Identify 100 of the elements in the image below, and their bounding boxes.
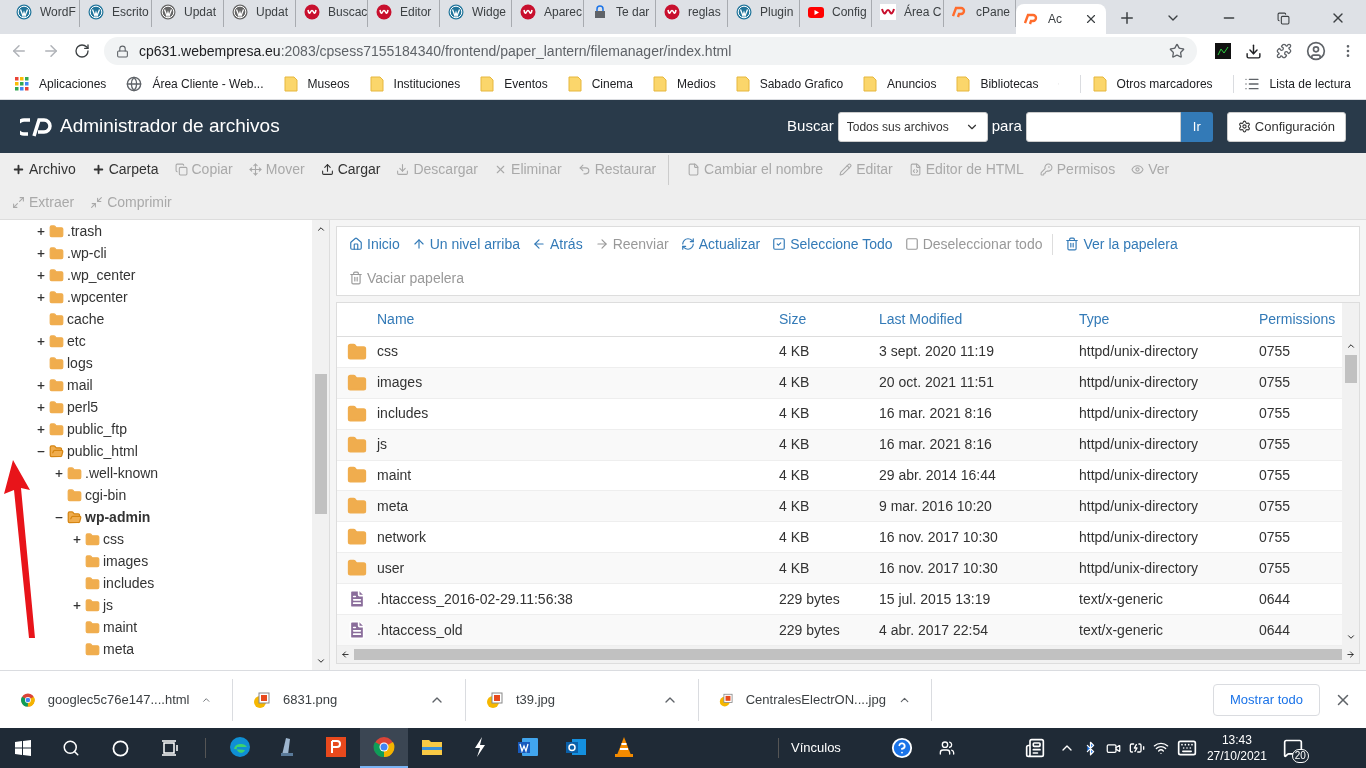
column-header[interactable]: Name <box>377 308 779 330</box>
nav-button[interactable]: Atrás <box>525 233 589 255</box>
tree-item[interactable]: wp-admin <box>85 506 151 528</box>
scrollbar-thumb[interactable] <box>354 649 1342 660</box>
scrollbar[interactable] <box>312 220 329 670</box>
browser-tab[interactable]: Plugin <box>728 0 800 27</box>
browser-tab[interactable]: Escrito <box>80 0 152 27</box>
bookmark-link[interactable]: Otros marcadores <box>1116 74 1213 93</box>
nav-button[interactable]: Inicio <box>343 233 406 255</box>
clock-date[interactable]: 27/10/2021 <box>1206 748 1267 764</box>
download-icon[interactable] <box>1245 42 1262 60</box>
browser-tab[interactable]: Widge <box>440 0 512 27</box>
download-filename[interactable]: googlec5c76e147....html <box>47 689 190 710</box>
task-view-icon[interactable] <box>161 740 179 756</box>
browser-tab[interactable]: Editor <box>368 0 440 27</box>
clock-time[interactable]: 13:43 <box>1221 732 1252 748</box>
nav-button[interactable]: Seleccione Todo <box>766 233 899 255</box>
word-app-icon[interactable] <box>516 735 540 759</box>
tree-item[interactable]: mail <box>67 374 93 396</box>
bookmark-link[interactable]: Bibliotecas <box>980 74 1039 93</box>
download-filename[interactable]: t39.jpg <box>516 689 556 710</box>
tree-item[interactable]: images <box>103 550 149 572</box>
pdf-app-icon[interactable] <box>324 735 348 759</box>
tree-item[interactable]: .well-known <box>85 462 159 484</box>
people-icon[interactable] <box>938 740 955 756</box>
tree-item[interactable]: perl5 <box>67 396 99 418</box>
show-all-button[interactable]: Mostrar todo <box>1213 683 1320 716</box>
toolbar-button[interactable]: Archivo <box>4 154 84 185</box>
tree-item[interactable]: etc <box>67 330 86 352</box>
nav-button[interactable]: Actualizar <box>674 233 767 255</box>
tree-item[interactable]: public_html <box>67 440 138 462</box>
expand-icon[interactable] <box>54 467 64 479</box>
scrollbar[interactable] <box>1342 303 1359 646</box>
browser-tab[interactable]: Updat <box>224 0 296 27</box>
bookmark-link[interactable]: Instituciones <box>393 74 461 93</box>
tree-item[interactable]: css <box>103 528 124 550</box>
tree-item[interactable]: cache <box>67 308 105 330</box>
expand-icon[interactable] <box>36 423 46 435</box>
browser-tab[interactable]: reglas <box>656 0 728 27</box>
expand-icon[interactable] <box>72 599 82 611</box>
scrollbar-thumb[interactable] <box>1344 355 1357 383</box>
traffic-cone-icon[interactable] <box>612 735 636 759</box>
expand-icon[interactable] <box>36 291 46 303</box>
tree-item[interactable]: .trash <box>67 220 102 242</box>
scroll-left-icon[interactable] <box>341 650 350 659</box>
windows-start-icon[interactable] <box>15 740 31 756</box>
download-filename[interactable]: CentralesElectrON....jpg <box>745 689 886 710</box>
tree-item[interactable]: public_ftp <box>67 418 127 440</box>
scroll-up-icon[interactable] <box>315 224 326 234</box>
tree-item[interactable]: meta <box>103 638 135 660</box>
toolbar-button[interactable]: Carpeta <box>83 154 167 185</box>
column-header[interactable]: Permissions <box>1259 308 1342 330</box>
column-header[interactable]: Size <box>779 308 879 330</box>
tree-item[interactable]: js <box>103 594 114 616</box>
settings-button[interactable]: Configuración <box>1226 111 1346 142</box>
bookmark-link[interactable]: Área Cliente - Web... <box>152 74 264 93</box>
browser-tab[interactable]: WordF <box>8 0 80 27</box>
tree-item[interactable]: logs <box>67 352 93 374</box>
extensions-icon[interactable] <box>1276 43 1292 59</box>
tree-item[interactable]: maint <box>103 616 138 638</box>
tree-item[interactable]: .wp_center <box>67 264 136 286</box>
extension-icon[interactable] <box>1215 43 1231 59</box>
links-toolbar-label[interactable]: Vínculos <box>791 738 841 758</box>
browser-tab[interactable]: Updat <box>152 0 224 27</box>
scroll-right-icon[interactable] <box>1346 650 1355 659</box>
expand-icon[interactable] <box>36 269 46 281</box>
scroll-up-icon[interactable] <box>1345 341 1356 351</box>
download-filename[interactable]: 6831.png <box>283 689 338 710</box>
new-tab-icon[interactable] <box>1118 9 1136 27</box>
scroll-down-icon[interactable] <box>1345 632 1356 642</box>
chrome-app-icon[interactable] <box>372 735 396 759</box>
profile-icon[interactable] <box>1306 41 1326 61</box>
expand-icon[interactable] <box>36 247 46 259</box>
tree-item[interactable]: .wpcenter <box>67 286 128 308</box>
expand-icon[interactable] <box>36 335 46 347</box>
bookmark-star-icon[interactable] <box>1169 43 1185 59</box>
expand-icon[interactable] <box>36 379 46 391</box>
bookmark-link[interactable]: Sabado Grafico <box>759 74 844 93</box>
browser-tab[interactable]: Aparec <box>512 0 584 27</box>
bookmark-link[interactable]: Anuncios <box>887 74 937 93</box>
expand-icon[interactable] <box>36 225 46 237</box>
expand-icon[interactable] <box>72 533 82 545</box>
scrollbar[interactable] <box>337 646 1359 663</box>
browser-tab[interactable]: Buscac <box>296 0 368 27</box>
bookmark-link[interactable]: Aplicaciones <box>39 74 107 93</box>
browser-tab[interactable]: Área C <box>872 0 944 27</box>
restore-icon[interactable] <box>1277 11 1290 25</box>
close-tab-icon[interactable] <box>1084 12 1098 26</box>
bookmark-link[interactable]: Medios <box>677 74 716 93</box>
wifi-icon[interactable] <box>1152 740 1169 756</box>
nav-button[interactable]: Un nivel arriba <box>405 233 526 255</box>
scrollbar-thumb[interactable] <box>314 374 327 514</box>
edge-app-icon[interactable] <box>228 735 252 759</box>
reload-icon[interactable] <box>74 43 90 59</box>
tree-item[interactable]: cgi-bin <box>85 484 127 506</box>
search-icon[interactable] <box>62 739 80 757</box>
browser-tab[interactable]: Config <box>800 0 872 27</box>
address-field[interactable]: cp631.webempresa.eu:2083/cpsess7155184340/frontend/paper_lantern/filemanager/index.html <box>104 37 1197 65</box>
tree-item[interactable]: includes <box>103 572 155 594</box>
keyboard-icon[interactable] <box>1176 738 1197 758</box>
